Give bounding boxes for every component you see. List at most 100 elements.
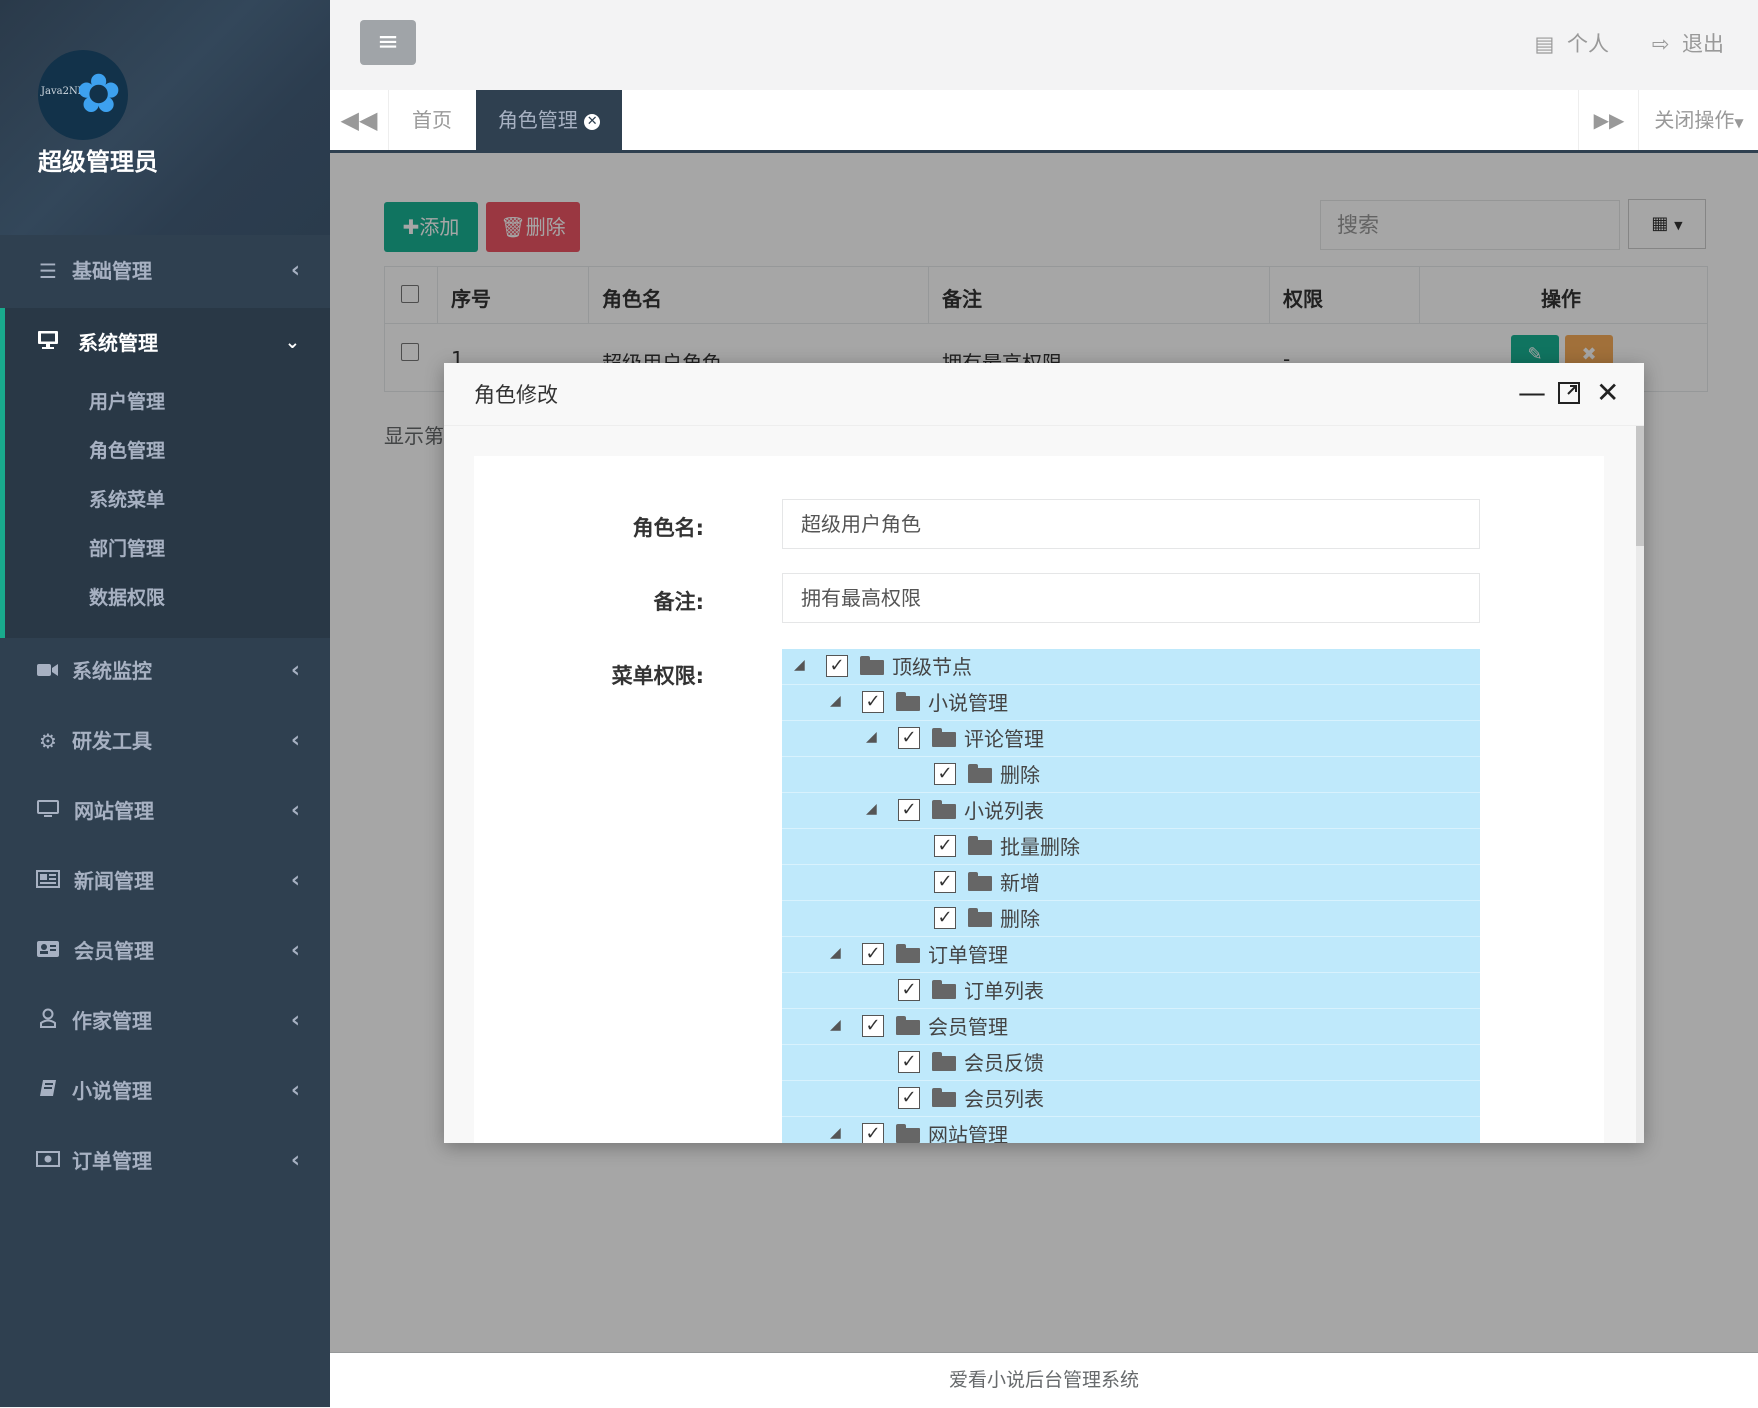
expand-toggle-icon[interactable]: ◢ — [830, 1125, 841, 1141]
sidebar-subitem-data-perm[interactable]: 数据权限 — [89, 584, 165, 612]
tree-node-checkbox[interactable]: ✓ — [826, 655, 848, 677]
chevron-down-icon: ⌄ — [284, 332, 300, 353]
tree-node-checkbox[interactable]: ✓ — [934, 763, 956, 785]
folder-icon — [968, 836, 992, 855]
tree-node[interactable]: ✓ 批量删除 — [782, 829, 1480, 865]
tree-node[interactable]: ◢ ✓ 顶级节点 — [782, 649, 1480, 685]
tree-node-label: 订单列表 — [964, 979, 1044, 1003]
modal-title: 角色修改 — [474, 383, 558, 407]
close-icon[interactable]: ✕ — [584, 113, 601, 130]
sidebar-item-authors[interactable]: 作家管理 ‹ — [0, 986, 330, 1056]
sidebar-group-system: 系统管理 ⌄ 用户管理 角色管理 系统菜单 部门管理 数据权限 — [0, 308, 330, 638]
sidebar-subitem-roles[interactable]: 角色管理 — [89, 437, 165, 465]
tab-home[interactable]: 首页 — [388, 90, 476, 150]
top-navbar: ≡ ▤ 个人 ⇨ 退出 — [330, 0, 1758, 90]
chevron-left-icon: ‹ — [290, 728, 300, 753]
sidebar-item-label: 研发工具 — [72, 729, 152, 753]
tree-node[interactable]: ◢ ✓ 小说管理 — [782, 685, 1480, 721]
tree-node-label: 小说列表 — [964, 799, 1044, 823]
role-name-input[interactable]: 超级用户角色 — [782, 499, 1480, 549]
sidebar-profile: Java2Nb ✿ 超级管理员 — [0, 0, 330, 235]
tree-node[interactable]: ◢ ✓ 会员管理 — [782, 1009, 1480, 1045]
folder-icon — [932, 800, 956, 819]
logout-link[interactable]: ⇨ 退出 — [1646, 32, 1724, 56]
expand-toggle-icon[interactable]: ◢ — [830, 693, 841, 709]
sidebar-item-system[interactable]: 系统管理 ⌄ — [0, 308, 330, 378]
tab-label: 角色管理 — [497, 108, 578, 132]
bars-icon: ☰ — [39, 259, 57, 283]
tree-node-label: 小说管理 — [928, 691, 1008, 715]
personal-link[interactable]: ▤ 个人 — [1528, 32, 1615, 56]
folder-icon — [932, 728, 956, 747]
newspaper-icon — [36, 867, 60, 895]
expand-toggle-icon[interactable]: ◢ — [866, 801, 877, 817]
tree-node-checkbox[interactable]: ✓ — [898, 799, 920, 821]
close-icon[interactable]: ✕ — [1596, 375, 1619, 411]
tree-node-checkbox[interactable]: ✓ — [934, 835, 956, 857]
video-icon — [36, 657, 60, 685]
sidebar-subitem-depts[interactable]: 部门管理 — [89, 535, 165, 563]
folder-icon — [896, 692, 920, 711]
remark-label: 备注: — [653, 590, 704, 614]
close-operations-label: 关闭操作 — [1654, 108, 1735, 132]
tree-node[interactable]: ◢ ✓ 订单管理 — [782, 937, 1480, 973]
expand-toggle-icon[interactable]: ◢ — [866, 729, 877, 745]
menu-toggle-button[interactable]: ≡ — [360, 20, 416, 65]
tree-node-checkbox[interactable]: ✓ — [898, 1087, 920, 1109]
sidebar-item-website[interactable]: 网站管理 ‹ — [0, 776, 330, 846]
tree-node-label: 顶级节点 — [892, 655, 972, 679]
sidebar-item-basic[interactable]: ☰ 基础管理 ‹ — [0, 236, 330, 306]
close-operations-dropdown[interactable]: 关闭操作▼ — [1638, 90, 1758, 150]
tree-node-checkbox[interactable]: ✓ — [898, 979, 920, 1001]
sidebar-subitem-menus[interactable]: 系统菜单 — [89, 486, 165, 514]
scrollbar-thumb[interactable] — [1636, 426, 1644, 546]
tree-node[interactable]: ✓ 订单列表 — [782, 973, 1480, 1009]
tree-node-checkbox[interactable]: ✓ — [862, 943, 884, 965]
tree-node[interactable]: ✓ 会员反馈 — [782, 1045, 1480, 1081]
sidebar-item-members[interactable]: 会员管理 ‹ — [0, 916, 330, 986]
sidebar-item-monitor[interactable]: 系统监控 ‹ — [0, 636, 330, 706]
sidebar-item-novels[interactable]: 小说管理 ‹ — [0, 1056, 330, 1126]
tree-node-checkbox[interactable]: ✓ — [934, 907, 956, 929]
tabs-scroll-left-button[interactable]: ◀◀ — [330, 90, 389, 150]
tree-node-label: 网站管理 — [928, 1123, 1008, 1143]
role-name-label: 角色名: — [632, 516, 704, 540]
tab-label: 首页 — [412, 108, 452, 132]
maximize-icon[interactable] — [1558, 375, 1580, 414]
minimize-icon[interactable]: — — [1518, 375, 1546, 411]
sidebar-item-orders[interactable]: 订单管理 ‹ — [0, 1126, 330, 1196]
expand-toggle-icon[interactable]: ◢ — [794, 657, 805, 673]
folder-icon — [896, 1124, 920, 1143]
tree-node-label: 会员列表 — [964, 1087, 1044, 1111]
expand-toggle-icon[interactable]: ◢ — [830, 1017, 841, 1033]
tree-node-checkbox[interactable]: ✓ — [862, 1015, 884, 1037]
sidebar-item-news[interactable]: 新闻管理 ‹ — [0, 846, 330, 916]
role-edit-modal: 角色修改 — ✕ 角色名: 超级用户角色 备注: 拥有最高权限 菜单权限: ◢ ✓… — [444, 363, 1644, 1143]
tree-node[interactable]: ◢ ✓ 小说列表 — [782, 793, 1480, 829]
sidebar-subitem-users[interactable]: 用户管理 — [89, 388, 165, 416]
logo[interactable]: Java2Nb ✿ — [38, 50, 128, 140]
tree-node-checkbox[interactable]: ✓ — [934, 871, 956, 893]
tree-node-checkbox[interactable]: ✓ — [898, 1051, 920, 1073]
expand-toggle-icon[interactable]: ◢ — [830, 945, 841, 961]
personal-label: 个人 — [1567, 32, 1610, 56]
tree-node[interactable]: ◢ ✓ 网站管理 — [782, 1117, 1480, 1143]
sidebar-item-label: 小说管理 — [72, 1079, 152, 1103]
tabs-scroll-right-button[interactable]: ▶▶ — [1578, 90, 1639, 150]
sidebar: Java2Nb ✿ 超级管理员 ☰ 基础管理 ‹ 系统管理 ⌄ 用户管理 角色管… — [0, 0, 330, 1407]
tab-role-management[interactable]: 角色管理 ✕ — [476, 90, 622, 150]
remark-input[interactable]: 拥有最高权限 — [782, 573, 1480, 623]
tree-node[interactable]: ✓ 删除 — [782, 901, 1480, 937]
tree-node[interactable]: ✓ 会员列表 — [782, 1081, 1480, 1117]
sidebar-item-devtools[interactable]: ⚙ 研发工具 ‹ — [0, 706, 330, 776]
modal-header: 角色修改 — ✕ — [444, 363, 1644, 426]
username[interactable]: 超级管理员 — [38, 142, 158, 177]
tree-node[interactable]: ✓ 删除 — [782, 757, 1480, 793]
tree-node-checkbox[interactable]: ✓ — [898, 727, 920, 749]
tree-node[interactable]: ✓ 新增 — [782, 865, 1480, 901]
tree-node-checkbox[interactable]: ✓ — [862, 1123, 884, 1143]
tree-node[interactable]: ◢ ✓ 评论管理 — [782, 721, 1480, 757]
book-icon — [36, 1077, 60, 1105]
tree-node-checkbox[interactable]: ✓ — [862, 691, 884, 713]
modal-scrollbar[interactable] — [1636, 426, 1644, 1143]
